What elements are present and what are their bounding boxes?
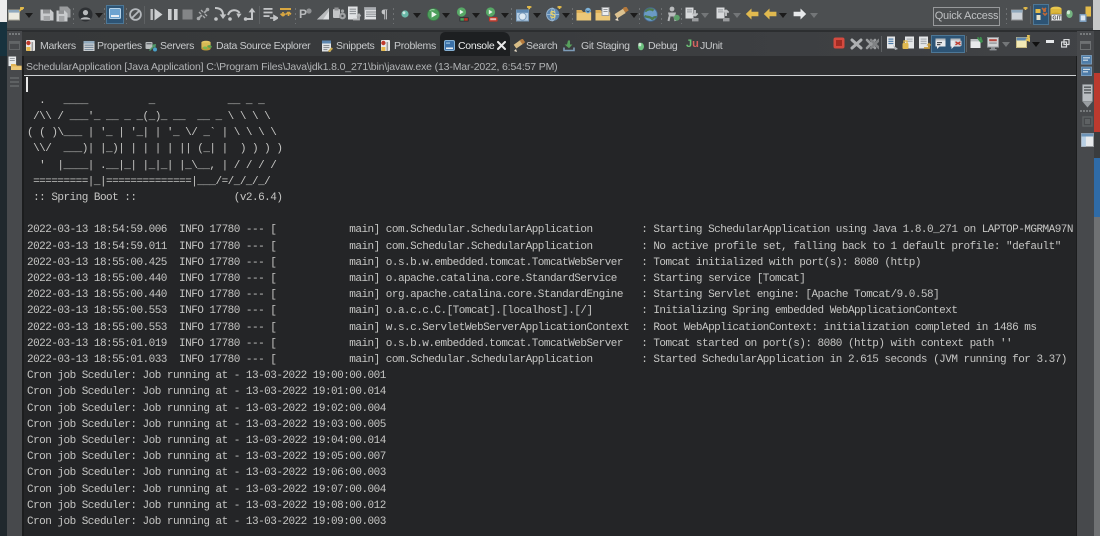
- svg-text:P: P: [299, 7, 307, 21]
- svg-text:GIT: GIT: [1052, 15, 1062, 21]
- svg-text:$: $: [550, 10, 556, 21]
